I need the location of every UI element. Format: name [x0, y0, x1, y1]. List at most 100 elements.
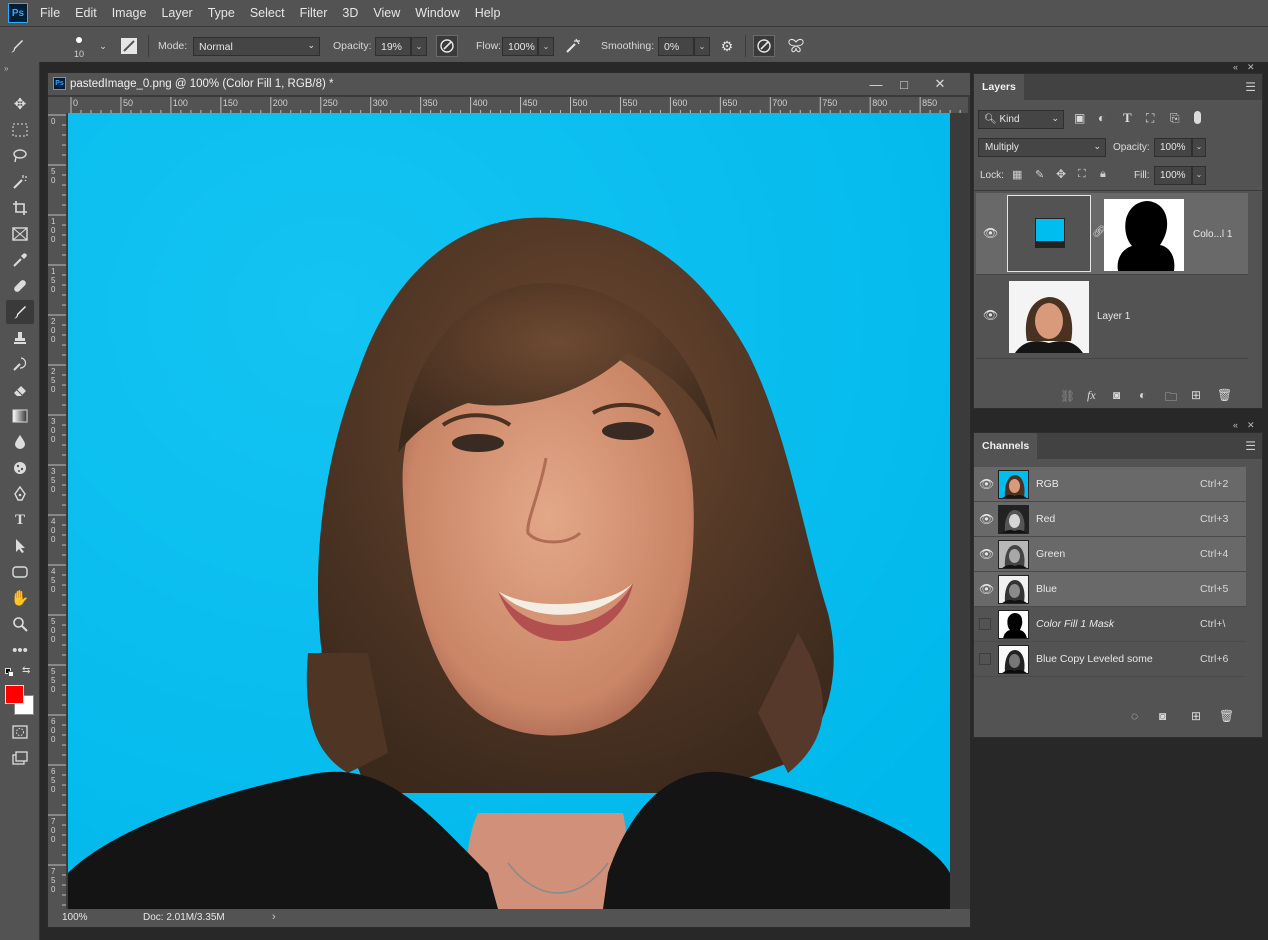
close-icon[interactable]: ✕ [931, 75, 949, 93]
add-mask-icon[interactable]: ◙ [1113, 388, 1120, 402]
lock-transparent-icon[interactable]: ▦ [1012, 168, 1022, 181]
layer-thumbnail[interactable] [1009, 281, 1089, 353]
menu-3d[interactable]: 3D [342, 6, 358, 20]
filter-toggle-icon[interactable] [1194, 111, 1201, 124]
fill-dropdown-icon[interactable]: ⌄ [1192, 166, 1206, 185]
swap-colors-icon[interactable]: ⇆ [22, 665, 30, 676]
symmetry-butterfly-icon[interactable] [785, 35, 807, 57]
layer-row-color-fill[interactable]: 👁︎ 🔗︎ Colo...l 1 [976, 193, 1248, 275]
clone-stamp-tool-icon[interactable] [6, 326, 34, 350]
pressure-opacity-icon[interactable] [436, 35, 458, 57]
new-layer-icon[interactable]: ⊞ [1191, 388, 1201, 402]
filter-adjustment-icon[interactable]: ◐ [1098, 111, 1105, 125]
pen-tool-icon[interactable] [6, 482, 34, 506]
eraser-tool-icon[interactable] [6, 378, 34, 402]
collapse-panels-icon[interactable]: « [1233, 420, 1238, 430]
channel-row-blue-copy[interactable]: Blue Copy Leveled some Ctrl+6 [974, 642, 1246, 677]
mode-select[interactable]: Normal ⌄ [193, 37, 320, 56]
layer-name[interactable]: Layer 1 [1097, 311, 1130, 322]
rectangle-tool-icon[interactable] [6, 560, 34, 584]
hand-tool-icon[interactable]: ✋ [6, 586, 34, 610]
status-menu-arrow-icon[interactable]: › [272, 911, 276, 923]
menu-file[interactable]: File [40, 6, 60, 20]
channel-row-blue[interactable]: 👁︎ Blue Ctrl+5 [974, 572, 1246, 607]
eyedropper-tool-icon[interactable] [6, 248, 34, 272]
visibility-eye-icon[interactable]: 👁︎ [983, 308, 998, 322]
quick-mask-icon[interactable] [6, 720, 34, 744]
brush-size-dot-icon[interactable]: 10 [72, 35, 86, 59]
vertical-ruler[interactable]: 0 5 0 1 0 0 1 5 0 2 0 0 2 5 0 3 0 0 3 5 0 4 0 0 4… [48, 113, 66, 909]
lock-image-icon[interactable]: ✎ [1035, 168, 1044, 181]
smoothing-dropdown-icon[interactable]: ⌄ [694, 37, 710, 56]
layer-mask-thumbnail[interactable] [1104, 199, 1184, 271]
menu-layer[interactable]: Layer [161, 6, 192, 20]
document-tab[interactable]: Ps pastedImage_0.png @ 100% (Color Fill … [48, 73, 970, 95]
visibility-eye-icon[interactable]: 👁︎ [979, 512, 994, 526]
brush-preset-icon[interactable] [6, 35, 28, 57]
gradient-tool-icon[interactable] [6, 404, 34, 428]
menu-window[interactable]: Window [415, 6, 459, 20]
brush-tool-icon[interactable] [6, 300, 34, 324]
horizontal-ruler[interactable]: 0 50 100 150 200 250 300 350 400 450 500 550 600 650 7… [68, 97, 968, 113]
close-panel-group-icon[interactable]: ✕ [1247, 62, 1255, 73]
layer-name[interactable]: Colo...l 1 [1193, 229, 1232, 240]
layer-row-layer-1[interactable]: 👁︎ Layer 1 [976, 277, 1248, 359]
menu-select[interactable]: Select [250, 6, 285, 20]
marquee-tool-icon[interactable] [6, 118, 34, 142]
collapse-toolbar-icon[interactable]: » [4, 64, 8, 73]
close-panel-group-icon[interactable]: ✕ [1247, 420, 1255, 431]
channel-row-color-fill-mask[interactable]: Color Fill 1 Mask Ctrl+\ [974, 607, 1246, 642]
flow-dropdown-icon[interactable]: ⌄ [538, 37, 554, 56]
pressure-size-icon[interactable] [753, 35, 775, 57]
brush-settings-panel-icon[interactable] [118, 35, 140, 57]
menu-filter[interactable]: Filter [300, 6, 328, 20]
menu-type[interactable]: Type [208, 6, 235, 20]
lasso-tool-icon[interactable] [6, 144, 34, 168]
visibility-toggle-empty[interactable] [979, 653, 991, 665]
menu-view[interactable]: View [373, 6, 400, 20]
visibility-eye-icon[interactable]: 👁︎ [983, 226, 998, 240]
new-group-icon[interactable]: 🗀︎ [1165, 388, 1177, 409]
screen-mode-icon[interactable] [6, 746, 34, 770]
default-colors-icon[interactable] [5, 668, 14, 677]
channel-row-green[interactable]: 👁︎ Green Ctrl+4 [974, 537, 1246, 572]
collapse-panels-icon[interactable]: « [1233, 62, 1238, 72]
visibility-eye-icon[interactable]: 👁︎ [979, 582, 994, 596]
panel-menu-icon[interactable]: ☰ [1245, 439, 1256, 453]
document-size-info[interactable]: Doc: 2.01M/3.35M [143, 912, 225, 923]
sponge-tool-icon[interactable] [6, 456, 34, 480]
layer-opacity-input[interactable]: 100% [1154, 138, 1192, 157]
filter-smart-object-icon[interactable]: ⎘ [1170, 111, 1180, 126]
visibility-eye-icon[interactable]: 👁︎ [979, 477, 994, 491]
new-channel-icon[interactable]: ⊞ [1191, 709, 1201, 723]
zoom-level[interactable]: 100% [62, 912, 88, 923]
tab-channels[interactable]: Channels [974, 433, 1038, 459]
layer-filter-select[interactable]: 🔍︎ Kind ⌄ [978, 110, 1064, 129]
visibility-eye-icon[interactable]: 👁︎ [979, 547, 994, 561]
filter-type-icon[interactable]: T [1123, 110, 1132, 126]
history-brush-tool-icon[interactable] [6, 352, 34, 376]
filter-pixel-icon[interactable]: ▣ [1074, 111, 1085, 125]
blend-mode-select[interactable]: Multiply ⌄ [978, 138, 1106, 157]
crop-tool-icon[interactable] [6, 196, 34, 220]
foreground-color-swatch[interactable] [5, 685, 24, 704]
layer-opacity-dropdown-icon[interactable]: ⌄ [1192, 138, 1206, 157]
blur-tool-icon[interactable] [6, 430, 34, 454]
menu-image[interactable]: Image [112, 6, 147, 20]
flow-input[interactable]: 100% [502, 37, 538, 56]
menu-edit[interactable]: Edit [75, 6, 97, 20]
channel-row-red[interactable]: 👁︎ Red Ctrl+3 [974, 502, 1246, 537]
opacity-input[interactable]: 19% [375, 37, 411, 56]
save-selection-icon[interactable]: ◙ [1159, 709, 1166, 723]
move-tool-icon[interactable]: ✥ [6, 92, 34, 116]
color-fill-thumbnail[interactable] [1007, 195, 1091, 272]
trash-icon[interactable]: 🗑︎ [1217, 388, 1232, 402]
lock-artboard-icon[interactable]: ⛶ [1078, 168, 1086, 181]
visibility-toggle-empty[interactable] [979, 618, 991, 630]
more-tools-icon[interactable]: ••• [6, 638, 34, 662]
gear-icon[interactable]: ⚙ [716, 35, 738, 57]
fx-icon[interactable]: fx [1087, 388, 1096, 403]
lock-position-icon[interactable]: ✥ [1056, 167, 1066, 181]
filter-shape-icon[interactable]: ⛶ [1146, 111, 1154, 126]
ruler-origin[interactable] [48, 97, 68, 113]
